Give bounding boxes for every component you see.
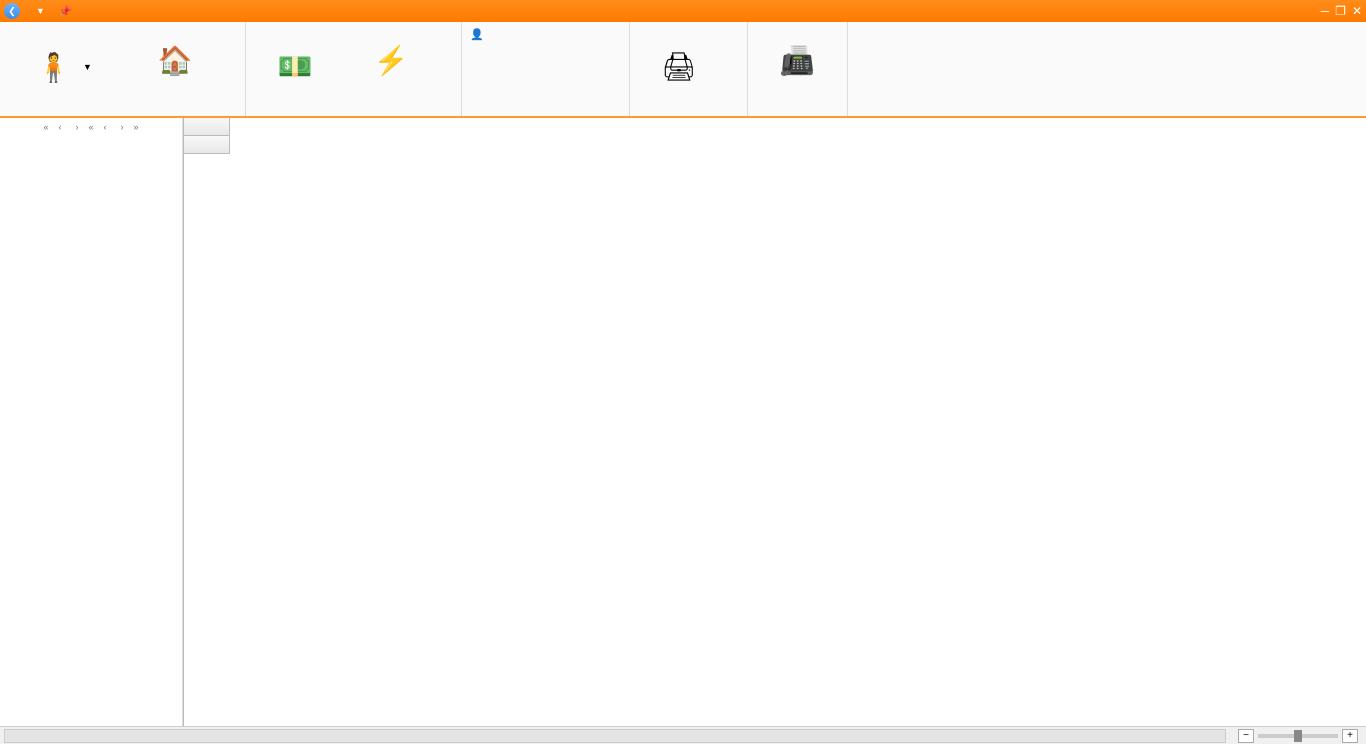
- app-icon: ❮: [4, 3, 20, 19]
- pin-icon[interactable]: 📌: [59, 5, 73, 18]
- prev-year-icon[interactable]: «: [40, 122, 51, 132]
- zoom-slider[interactable]: [1258, 734, 1338, 738]
- window-controls: ─ ❐ ✕: [1321, 4, 1362, 18]
- zoom-out-button[interactable]: −: [1238, 729, 1254, 743]
- quick-sale-button[interactable]: ⚡: [346, 32, 436, 102]
- bolt-icon: ⚡: [374, 44, 409, 77]
- grid-body[interactable]: [183, 154, 1366, 726]
- ribbon: 🧍 ▼ 🏠 💵 ⚡: [0, 22, 1366, 118]
- sell-button[interactable]: 💵: [250, 32, 340, 102]
- master-hours-button[interactable]: 👤: [466, 26, 492, 43]
- prev-month-icon[interactable]: ‹: [55, 122, 64, 132]
- house-icon: 🏠: [158, 44, 193, 77]
- horizontal-scrollbar[interactable]: [4, 729, 1226, 743]
- person-icon: 🧍: [36, 51, 71, 84]
- maximize-icon[interactable]: ❐: [1335, 4, 1346, 18]
- group-staff-label: [466, 110, 625, 114]
- fax-icon: 📠: [780, 44, 815, 77]
- printer-icon: 🖨: [661, 50, 697, 83]
- zoom-control: − +: [1230, 729, 1366, 743]
- group-schedule-label: [4, 110, 241, 114]
- money-icon: 💵: [278, 50, 313, 83]
- group-sale-label: [250, 110, 457, 114]
- zoom-in-button[interactable]: +: [1342, 729, 1358, 743]
- master-header-row: [183, 136, 1366, 154]
- chevron-down-icon: ▼: [83, 62, 92, 72]
- menubar: ❮ ▼ 📌 ─ ❐ ✕: [0, 0, 1366, 22]
- time-column: [184, 154, 230, 726]
- by-rooms-button[interactable]: 🏠: [130, 32, 220, 102]
- month-navigator: « ‹ › « ‹ › »: [4, 120, 178, 134]
- group-print-label: [634, 110, 743, 114]
- person-small-icon: 👤: [470, 28, 484, 41]
- close-icon[interactable]: ✕: [1352, 4, 1362, 18]
- phones-button[interactable]: 📠: [752, 32, 842, 102]
- prev-year-arr-icon[interactable]: ‹: [101, 122, 110, 132]
- admin-info: [466, 45, 478, 49]
- category-header-row: [183, 118, 1366, 136]
- by-masters-button[interactable]: 🧍 ▼: [4, 32, 124, 102]
- next-month-icon[interactable]: ›: [72, 122, 81, 132]
- bottom-bar: − +: [0, 726, 1366, 744]
- minimize-icon[interactable]: ─: [1321, 4, 1330, 18]
- next-year-icon[interactable]: »: [131, 122, 142, 132]
- main-area: « ‹ › « ‹ › »: [0, 118, 1366, 726]
- next-year-arr-icon[interactable]: ›: [118, 122, 127, 132]
- calendar-sidebar: « ‹ › « ‹ › »: [0, 118, 183, 726]
- dropdown-icon[interactable]: ▼: [36, 6, 45, 16]
- prev-year2-icon[interactable]: «: [85, 122, 96, 132]
- group-phones-label: [752, 110, 843, 114]
- print-button[interactable]: 🖨: [634, 32, 724, 102]
- schedule-grid: [183, 118, 1366, 726]
